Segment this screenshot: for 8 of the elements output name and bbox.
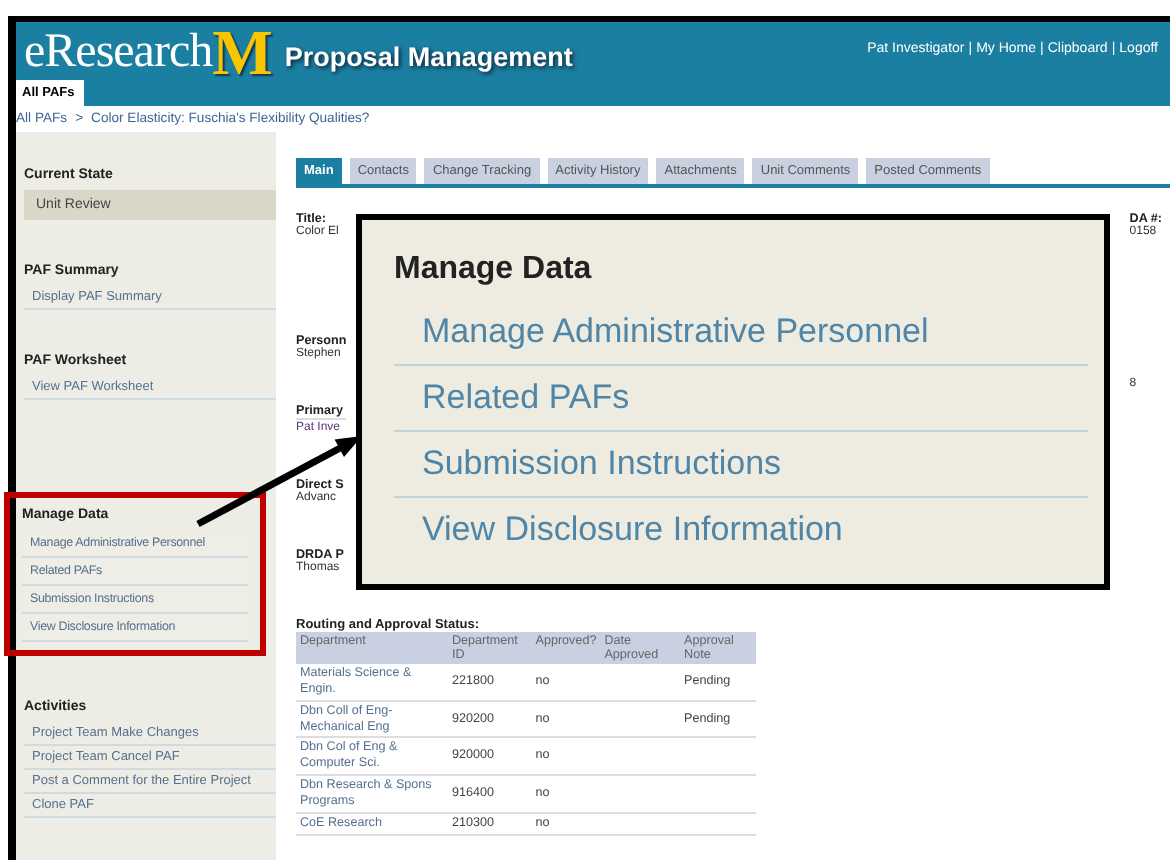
logo-mark: M bbox=[212, 24, 273, 80]
callout-link[interactable]: Manage Administrative Personnel bbox=[394, 300, 1088, 366]
logo-text: eResearch bbox=[24, 25, 213, 79]
callout-link[interactable]: Submission Instructions bbox=[394, 432, 1088, 498]
callout-heading: Manage Data bbox=[394, 252, 594, 288]
app-title: Proposal Management bbox=[284, 41, 573, 71]
callout-link[interactable]: View Disclosure Information bbox=[394, 498, 1088, 562]
callout-link[interactable]: Related PAFs bbox=[394, 366, 1088, 432]
